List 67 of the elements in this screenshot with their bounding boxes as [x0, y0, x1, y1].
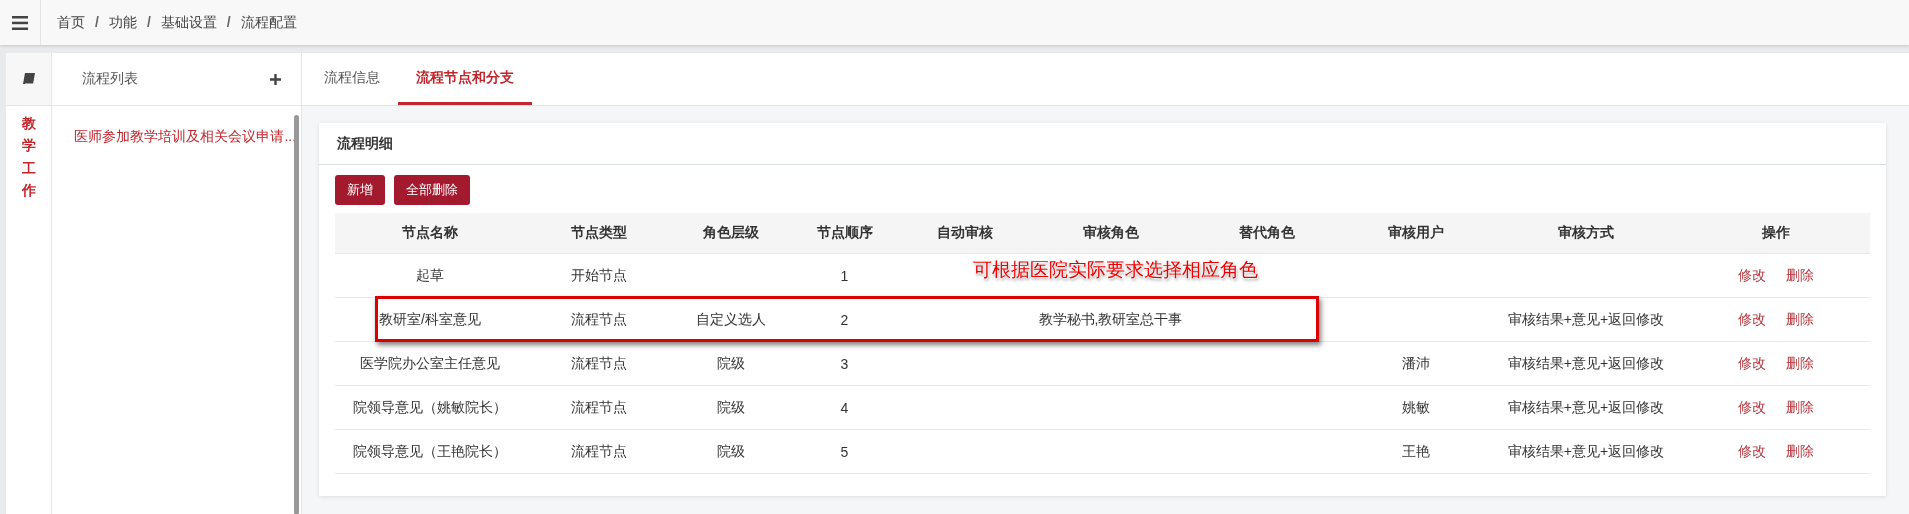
column-header: 节点名称: [401, 224, 459, 242]
menu-icon[interactable]: [12, 15, 28, 30]
column-header: 替代角色: [1237, 224, 1296, 242]
breadcrumb-separator: /: [94, 13, 100, 32]
table-cell-text: 院级: [715, 442, 746, 461]
table-cell-text: 自定义选人: [694, 310, 767, 329]
table-cell-text: 3: [839, 355, 850, 372]
table-cell-text: 流程节点: [570, 310, 628, 329]
list-title: 流程列表: [82, 70, 139, 88]
column-header: 自动审核: [936, 224, 994, 242]
table-cell-text: 姚敏: [1400, 398, 1431, 417]
table-cell-text: 起草: [415, 266, 445, 285]
table-cell-text: 4: [839, 399, 850, 416]
breadcrumb-separator: /: [225, 13, 232, 32]
table-cell-text: 流程节点: [570, 398, 628, 417]
tab[interactable]: 流程信息: [306, 53, 398, 105]
table-cell-text: 院级: [715, 398, 746, 417]
table-cell-text: 审核结果+意见+返回修改: [1506, 398, 1666, 417]
table-cell-text: 审核结果+意见+返回修改: [1506, 442, 1666, 461]
column-header: 操作: [1761, 224, 1791, 242]
table-cell-text: 审核结果+意见+返回修改: [1506, 354, 1666, 373]
table-cell-text: 开始节点: [570, 266, 628, 285]
table-cell-text: 1: [839, 267, 850, 284]
delete-all-button[interactable]: 全部删除: [394, 175, 470, 205]
table-cell-text: 5: [839, 443, 850, 460]
book-icon[interactable]: [21, 72, 36, 86]
column-header: 节点类型: [570, 224, 628, 242]
column-header: 节点顺序: [815, 224, 874, 242]
edit-link[interactable]: 修改: [1738, 442, 1766, 461]
delete-link[interactable]: 删除: [1786, 354, 1814, 373]
delete-link[interactable]: 删除: [1786, 398, 1814, 417]
edit-link[interactable]: 修改: [1738, 398, 1766, 417]
table-cell-text: 2: [839, 311, 850, 328]
card-title: 流程明细: [319, 123, 1886, 165]
breadcrumb-item[interactable]: 流程配置: [240, 13, 297, 32]
table-cell-text: 院领导意见（王艳院长）: [352, 442, 508, 461]
breadcrumb-item[interactable]: 功能: [108, 13, 137, 32]
column-header: 角色层级: [701, 224, 760, 242]
process-item[interactable]: 医师参加教学培训及相关会议申请...: [52, 106, 301, 146]
breadcrumb-item[interactable]: 基础设置: [160, 13, 217, 32]
breadcrumb-separator: /: [145, 13, 152, 32]
breadcrumb-item[interactable]: 首页: [57, 13, 85, 32]
table-cell-text: 潘沛: [1400, 354, 1431, 373]
delete-link[interactable]: 删除: [1786, 310, 1814, 329]
table-cell-text: 院领导意见（姚敏院长）: [352, 398, 508, 417]
annotation-text: 可根据医院实际要求选择相应角色: [973, 257, 1258, 282]
edit-link[interactable]: 修改: [1738, 266, 1766, 285]
scrollbar[interactable]: [294, 115, 300, 514]
edit-link[interactable]: 修改: [1738, 354, 1766, 373]
table-cell-text: 流程节点: [570, 354, 628, 373]
edit-link[interactable]: 修改: [1738, 310, 1766, 329]
table-cell-text: 院级: [715, 354, 746, 373]
table-cell-text: 教学秘书,教研室总干事: [1037, 310, 1184, 329]
table-cell-text: 审核结果+意见+返回修改: [1506, 310, 1666, 329]
table-cell-text: 王艳: [1400, 442, 1431, 461]
table-cell-text: 医学院办公室主任意见: [359, 354, 501, 373]
table-cell-text: 流程节点: [570, 442, 628, 461]
tab[interactable]: 流程节点和分支: [398, 53, 532, 105]
add-button[interactable]: 新增: [335, 175, 385, 205]
delete-link[interactable]: 删除: [1786, 442, 1814, 461]
add-icon[interactable]: [270, 73, 281, 85]
column-header: 审核方式: [1557, 224, 1615, 242]
column-header: 审核角色: [1081, 224, 1140, 242]
delete-link[interactable]: 删除: [1786, 266, 1814, 285]
category-label[interactable]: 教学工作: [21, 112, 36, 202]
table-cell-text: 教研室/科室意见: [378, 310, 482, 329]
column-header: 审核用户: [1386, 224, 1445, 242]
